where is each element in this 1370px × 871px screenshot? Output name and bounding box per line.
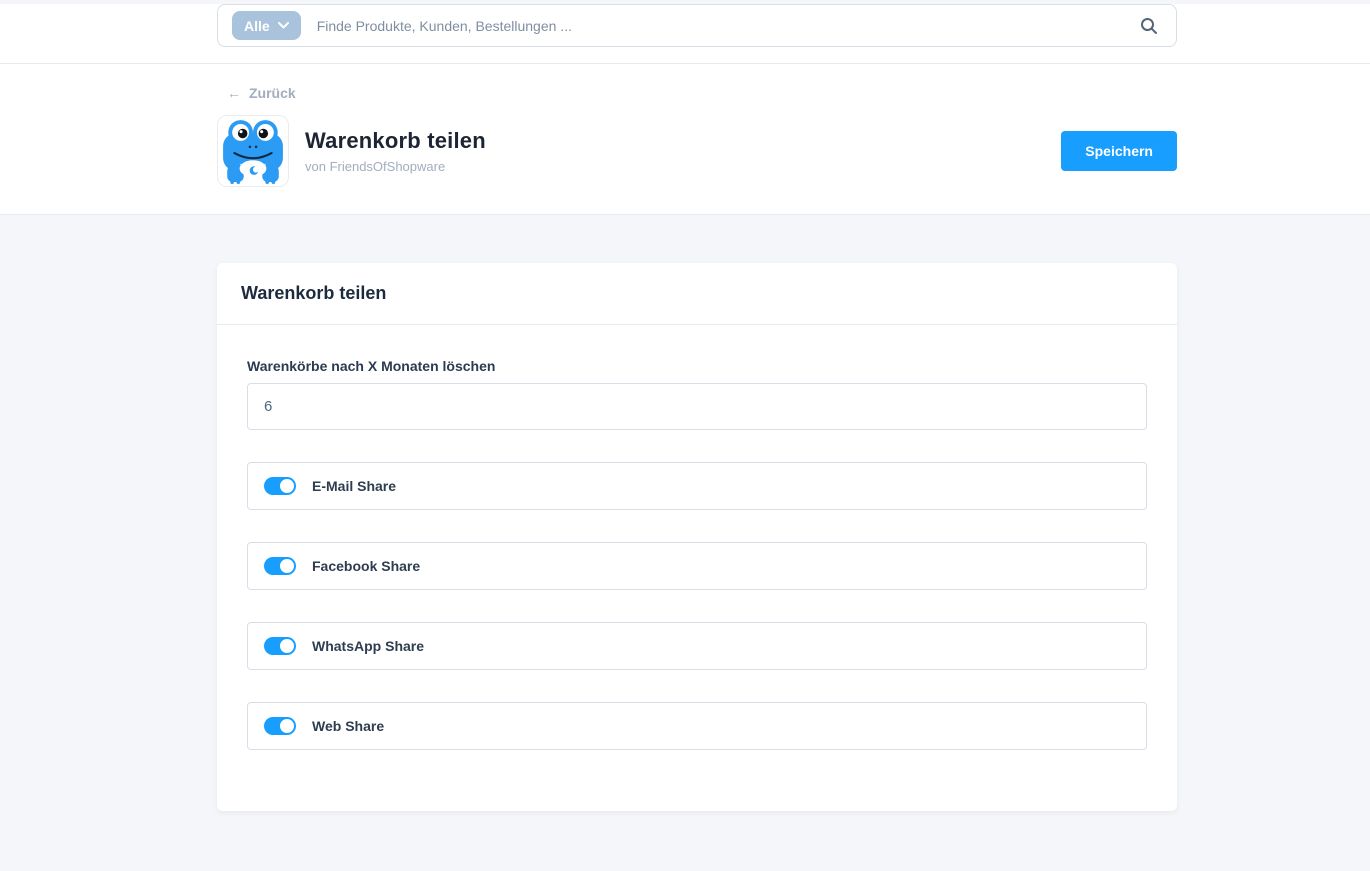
toggle-label: WhatsApp Share: [312, 638, 424, 654]
global-search-bar[interactable]: Alle: [217, 4, 1177, 47]
page-title: Warenkorb teilen: [305, 128, 486, 154]
card-title: Warenkorb teilen: [241, 283, 386, 304]
smart-bar-actions: Speichern: [1061, 131, 1177, 171]
toggle-label: Facebook Share: [312, 558, 420, 574]
toggle-row-whatsapp-share: WhatsApp Share: [247, 622, 1147, 670]
search-filter-dropdown[interactable]: Alle: [232, 11, 301, 40]
months-input[interactable]: [247, 383, 1147, 430]
content-area: Warenkorb teilen Warenkörbe nach X Monat…: [0, 215, 1370, 811]
toggle-label: Web Share: [312, 718, 384, 734]
settings-card: Warenkorb teilen Warenkörbe nach X Monat…: [217, 263, 1177, 811]
toggle-knob: [280, 719, 294, 733]
chevron-down-icon: [278, 22, 289, 29]
toggle-knob: [280, 479, 294, 493]
back-link[interactable]: ← Zurück: [227, 64, 296, 101]
back-link-label: Zurück: [249, 85, 296, 101]
friendsofshopware-frog-icon: [217, 115, 289, 187]
search-icon: [1140, 17, 1158, 35]
search-filter-label: Alle: [244, 18, 270, 34]
page-subtitle: von FriendsOfShopware: [305, 159, 486, 174]
facebook-share-toggle[interactable]: [264, 557, 296, 575]
toggle-knob: [280, 559, 294, 573]
whatsapp-share-toggle[interactable]: [264, 637, 296, 655]
card-body: Warenkörbe nach X Monaten löschen E-Mail…: [217, 325, 1177, 811]
back-arrow-icon: ←: [227, 85, 241, 101]
save-button[interactable]: Speichern: [1061, 131, 1177, 171]
toggle-knob: [280, 639, 294, 653]
email-share-toggle[interactable]: [264, 477, 296, 495]
module-header-row: Warenkorb teilen von FriendsOfShopware S…: [217, 115, 1177, 187]
search-input[interactable]: [301, 18, 1122, 34]
toggle-row-email-share: E-Mail Share: [247, 462, 1147, 510]
search-header: Alle: [0, 4, 1370, 64]
search-submit-button[interactable]: [1122, 17, 1176, 35]
smart-bar: ← Zurück: [0, 64, 1370, 215]
card-header: Warenkorb teilen: [217, 263, 1177, 325]
months-field-label: Warenkörbe nach X Monaten löschen: [247, 358, 1147, 374]
toggle-row-web-share: Web Share: [247, 702, 1147, 750]
web-share-toggle[interactable]: [264, 717, 296, 735]
toggle-row-facebook-share: Facebook Share: [247, 542, 1147, 590]
module-titles: Warenkorb teilen von FriendsOfShopware: [305, 128, 486, 174]
toggle-label: E-Mail Share: [312, 478, 396, 494]
